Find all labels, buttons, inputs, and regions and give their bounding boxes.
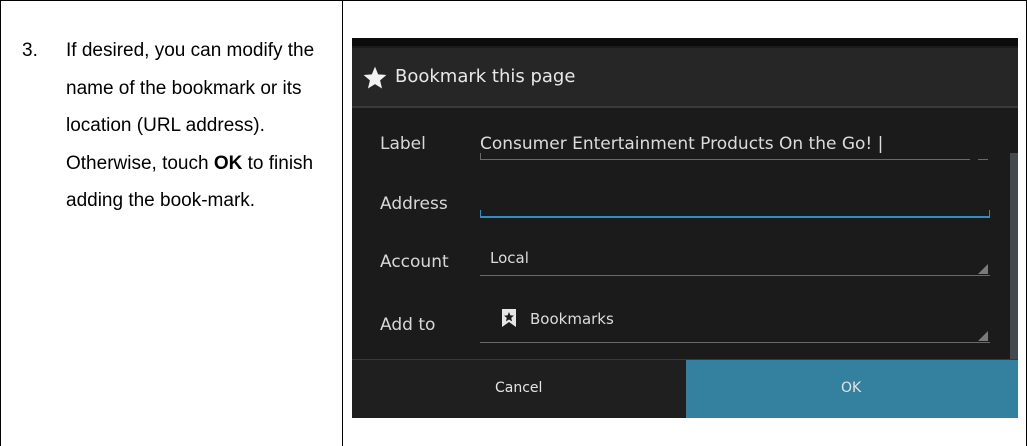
label-input-end-mark	[978, 159, 988, 160]
address-input-left-tick	[480, 210, 481, 216]
dialog-title: Bookmark this page	[395, 66, 576, 87]
account-dropdown-underline	[480, 275, 990, 276]
title-divider	[352, 106, 1018, 108]
status-bar	[352, 38, 1018, 46]
addto-dropdown[interactable]: Bookmarks	[530, 310, 614, 328]
dropdown-corner-icon	[978, 331, 988, 341]
table-border-left	[0, 0, 1, 446]
account-field-label: Account	[380, 252, 449, 272]
address-input-right-tick	[989, 210, 990, 216]
bookmark-star-icon	[502, 309, 516, 327]
step-text: If desired, you can modify the name of t…	[66, 32, 338, 220]
dialog-title-bar: Bookmark this page	[352, 48, 1018, 106]
addto-dropdown-underline	[480, 342, 990, 343]
label-input-left-tick	[480, 153, 481, 159]
step-ok-emphasis: OK	[213, 152, 243, 174]
instruction-table: 3. If desired, you can modify the name o…	[0, 0, 1027, 446]
step-number: 3.	[22, 40, 38, 61]
account-dropdown[interactable]: Local	[490, 249, 529, 267]
label-input[interactable]: Consumer Entertainment Products On the G…	[480, 134, 883, 154]
dropdown-corner-icon	[978, 264, 988, 274]
addto-field-label: Add to	[380, 315, 436, 335]
address-input-focus-underline	[480, 216, 990, 218]
cancel-button[interactable]: Cancel	[352, 360, 686, 418]
ok-button[interactable]: OK	[686, 360, 1018, 418]
star-icon	[363, 66, 387, 89]
address-field-label: Address	[380, 194, 448, 214]
label-input-underline	[480, 159, 970, 160]
table-column-divider	[342, 0, 343, 446]
table-border-top	[0, 0, 1027, 1]
ok-button-label: OK	[841, 380, 862, 396]
bookmark-dialog-screenshot: Bookmark this page Label Consumer Entert…	[352, 38, 1018, 418]
label-field-label: Label	[380, 134, 426, 154]
cancel-button-label: Cancel	[495, 380, 543, 396]
